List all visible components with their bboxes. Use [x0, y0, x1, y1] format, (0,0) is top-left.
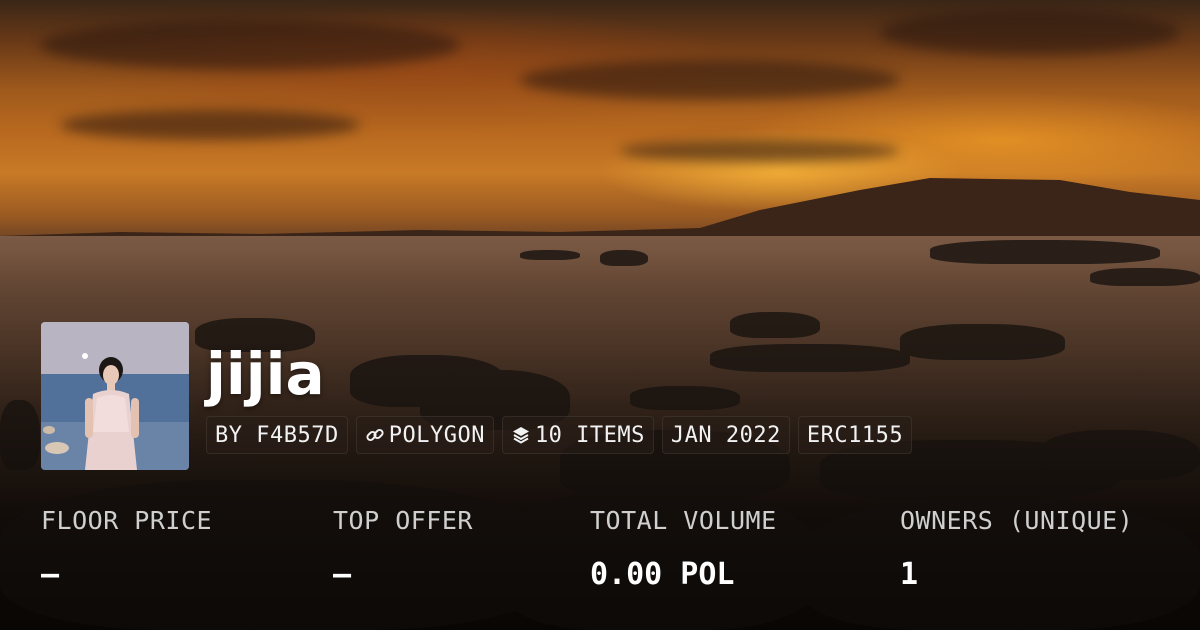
stat-total-volume: TOTAL VOLUME 0.00 POL: [590, 506, 777, 592]
layers-icon: [511, 425, 531, 445]
standard-tag[interactable]: ERC1155: [797, 416, 913, 454]
chain-tag[interactable]: POLYGON: [355, 416, 494, 454]
chain-tag-label: POLYGON: [388, 422, 485, 448]
collection-preview-card: jijia BY F4B57D POLYGON 10 ITEMS JAN 202…: [0, 0, 1200, 630]
stat-label: FLOOR PRICE: [41, 506, 213, 535]
link-icon: [365, 425, 385, 445]
collection-tags: BY F4B57D POLYGON 10 ITEMS JAN 2022 ERC1…: [206, 416, 913, 454]
stat-value: 0.00 POL: [590, 557, 735, 592]
standard-tag-label: ERC1155: [806, 422, 904, 448]
collection-name: jijia: [206, 340, 325, 408]
date-tag[interactable]: JAN 2022: [661, 416, 790, 454]
items-tag-label: 10 ITEMS: [534, 422, 645, 448]
stat-label: TOP OFFER: [333, 506, 473, 535]
stat-floor-price: FLOOR PRICE –: [41, 506, 212, 592]
stat-label: OWNERS (UNIQUE): [900, 506, 1134, 535]
stat-value: 1: [900, 557, 919, 592]
date-tag-label: JAN 2022: [670, 422, 781, 448]
stat-top-offer: TOP OFFER –: [333, 506, 473, 592]
stat-owners: OWNERS (UNIQUE) 1: [900, 506, 1133, 592]
stat-label: TOTAL VOLUME: [590, 506, 777, 535]
creator-tag-label: BY F4B57D: [215, 422, 339, 448]
items-tag[interactable]: 10 ITEMS: [501, 416, 654, 454]
creator-tag[interactable]: BY F4B57D: [206, 416, 348, 454]
avatar-portrait-image: [41, 322, 189, 470]
stat-value: –: [333, 557, 352, 592]
collection-avatar: [41, 322, 189, 470]
stat-value: –: [41, 557, 60, 592]
